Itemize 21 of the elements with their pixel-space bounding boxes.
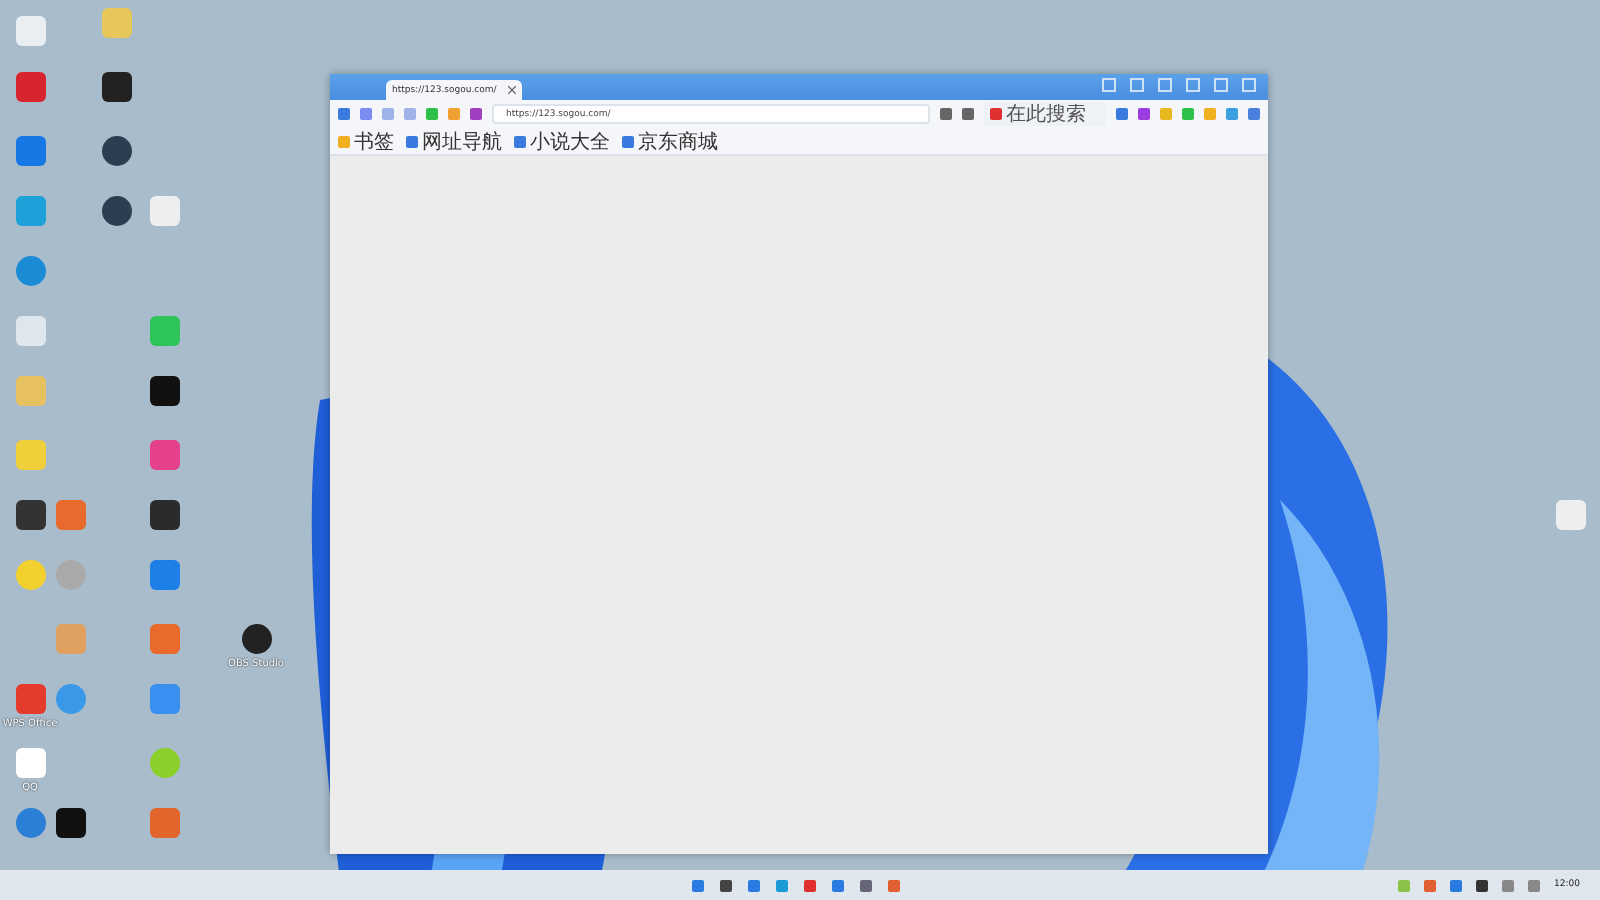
taskbar-icon[interactable]: [692, 879, 704, 891]
bookmark[interactable]: 书签: [338, 127, 394, 155]
app-icon[interactable]: [101, 196, 131, 226]
app-icon[interactable]: [149, 376, 179, 406]
app-icon[interactable]: [101, 72, 131, 102]
taskbar-icon[interactable]: [804, 879, 816, 891]
search-input[interactable]: 在此搜索: [1006, 103, 1094, 125]
taskbar-icon[interactable]: [860, 879, 872, 891]
bookmark[interactable]: 网址导航: [406, 127, 502, 155]
app-icon[interactable]: [149, 500, 179, 530]
app-icon[interactable]: [101, 136, 131, 166]
bookmark[interactable]: 京东商城: [622, 127, 718, 155]
app-icon[interactable]: [55, 808, 85, 838]
taskbar-icon[interactable]: [720, 879, 732, 891]
app-icon[interactable]: [15, 500, 45, 530]
bookmark[interactable]: 小说大全: [514, 127, 610, 155]
taskbar-icon[interactable]: [832, 879, 844, 891]
taskbar-icon[interactable]: [748, 879, 760, 891]
app-icon[interactable]: [241, 624, 271, 654]
close-icon[interactable]: [508, 86, 516, 94]
search-field[interactable]: 在此搜索: [984, 102, 1106, 126]
